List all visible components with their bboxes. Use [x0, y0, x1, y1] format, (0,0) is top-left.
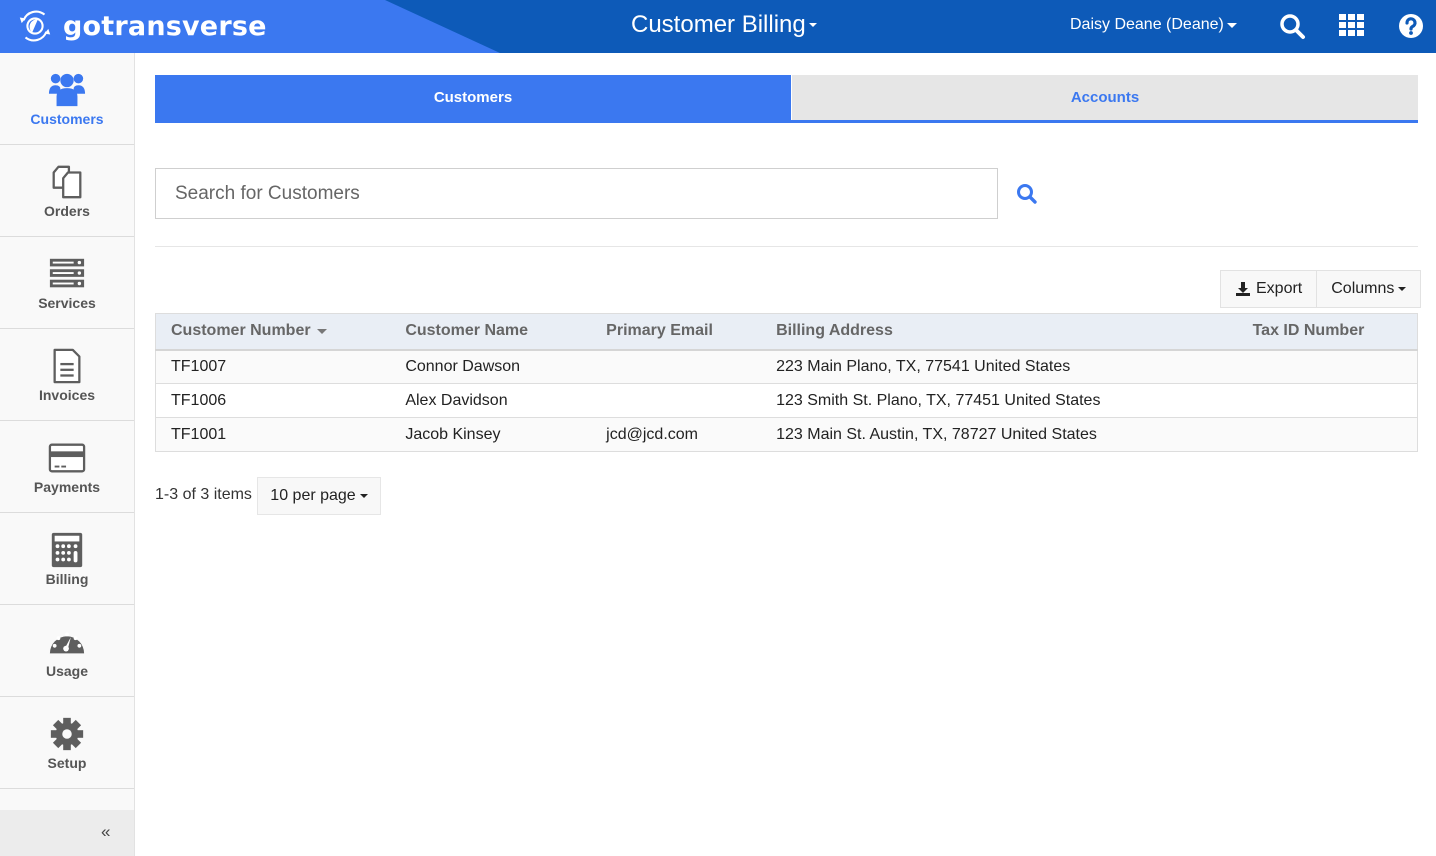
column-header-primary-email[interactable]: Primary Email: [591, 313, 762, 351]
cell-tax-id: [1237, 349, 1418, 384]
cell-billing-address: 123 Smith St. Plano, TX, 77451 United St…: [761, 383, 1238, 418]
credit-card-icon: [48, 443, 86, 472]
help-icon[interactable]: [1397, 12, 1425, 40]
cell-tax-id: [1237, 417, 1418, 452]
column-header-tax-id[interactable]: Tax ID Number: [1237, 313, 1418, 351]
cell-customer-number[interactable]: TF1007: [155, 349, 391, 384]
collapse-sidebar-button[interactable]: «: [0, 810, 134, 856]
sidebar-item-label: Invoices: [38, 386, 96, 403]
table-toolbar: Export Columns: [1220, 270, 1422, 308]
column-header-billing-address[interactable]: Billing Address: [761, 313, 1238, 351]
chevron-down-icon: [808, 23, 817, 27]
cell-customer-number[interactable]: TF1006: [155, 383, 391, 418]
chevron-down-icon: [1398, 287, 1407, 291]
sidebar-item-label: Orders: [44, 202, 90, 219]
sidebar-item-setup[interactable]: Setup: [0, 697, 134, 789]
cell-billing-address: 223 Main Plano, TX, 77541 United States: [761, 349, 1238, 384]
sidebar: Customers Orders Services Invoices Payme…: [0, 53, 135, 856]
gear-icon: [50, 717, 84, 750]
cell-customer-name: Alex Davidson: [390, 383, 592, 418]
invoice-icon: [53, 348, 81, 383]
columns-label: Columns: [1331, 280, 1395, 297]
search-button[interactable]: [1015, 182, 1039, 206]
gauge-icon: [49, 632, 85, 653]
sidebar-item-label: Billing: [45, 570, 89, 587]
chevron-down-icon: [1226, 22, 1237, 28]
column-header-customer-name[interactable]: Customer Name: [390, 313, 592, 351]
export-button[interactable]: Export: [1220, 270, 1318, 308]
server-icon: [49, 258, 85, 287]
tab-accounts[interactable]: Accounts: [791, 75, 1418, 120]
sidebar-item-usage[interactable]: Usage: [0, 605, 134, 697]
cell-customer-name: Connor Dawson: [390, 349, 592, 384]
sort-desc-icon: [316, 328, 327, 334]
apps-grid-icon[interactable]: [1338, 12, 1366, 40]
pager-info: 1-3 of 3 items: [155, 486, 252, 503]
table-row[interactable]: TF1006 Alex Davidson 123 Smith St. Plano…: [155, 383, 1418, 418]
cell-customer-number[interactable]: TF1001: [155, 417, 391, 452]
double-chevron-left-icon: «: [101, 822, 111, 841]
sidebar-item-label: Payments: [33, 478, 101, 495]
customers-table: Customer Number Customer Name Primary Em…: [155, 313, 1418, 452]
export-label: Export: [1256, 280, 1303, 297]
tab-bar: Customers Accounts: [155, 75, 1418, 123]
sidebar-item-payments[interactable]: Payments: [0, 421, 134, 513]
cell-primary-email: jcd@jcd.com: [591, 417, 762, 452]
brand-logo[interactable]: gotransverse: [16, 7, 267, 45]
table-header-row: Customer Number Customer Name Primary Em…: [155, 313, 1418, 351]
sidebar-item-orders[interactable]: Orders: [0, 145, 134, 237]
documents-icon: [52, 165, 82, 198]
table-row[interactable]: TF1007 Connor Dawson 223 Main Plano, TX,…: [155, 349, 1418, 384]
sidebar-item-billing[interactable]: Billing: [0, 513, 134, 605]
download-icon: [1236, 282, 1250, 296]
per-page-dropdown[interactable]: 10 per page: [257, 477, 381, 515]
search-icon[interactable]: [1278, 12, 1306, 40]
top-bar: gotransverse Customer Billing Daisy Dean…: [0, 0, 1436, 53]
user-name: Daisy Deane (Deane): [1070, 16, 1224, 33]
chevron-down-icon: [359, 494, 368, 498]
sidebar-item-label: Setup: [47, 754, 87, 771]
cell-tax-id: [1237, 383, 1418, 418]
tab-customers[interactable]: Customers: [155, 75, 791, 120]
cell-primary-email: [591, 383, 762, 418]
table-row[interactable]: TF1001 Jacob Kinsey jcd@jcd.com 123 Main…: [155, 417, 1418, 452]
users-icon: [48, 73, 86, 106]
sidebar-item-label: Services: [38, 294, 96, 311]
sidebar-item-label: Usage: [45, 662, 89, 679]
sidebar-item-services[interactable]: Services: [0, 237, 134, 329]
app-switcher[interactable]: Customer Billing: [631, 11, 817, 39]
sidebar-item-invoices[interactable]: Invoices: [0, 329, 134, 421]
per-page-label: 10 per page: [270, 487, 356, 504]
app-title: Customer Billing: [631, 11, 806, 38]
search-input[interactable]: [155, 168, 998, 219]
calculator-icon: [51, 532, 83, 567]
sidebar-item-label: Customers: [30, 110, 104, 127]
brand-name: gotransverse: [63, 10, 267, 42]
columns-button[interactable]: Columns: [1317, 270, 1422, 308]
column-header-customer-number[interactable]: Customer Number: [155, 313, 391, 351]
logo-icon: [19, 10, 51, 42]
sidebar-item-customers[interactable]: Customers: [0, 53, 134, 145]
divider: [155, 246, 1418, 247]
cell-billing-address: 123 Main St. Austin, TX, 78727 United St…: [761, 417, 1238, 452]
cell-primary-email: [591, 349, 762, 384]
user-menu[interactable]: Daisy Deane (Deane): [1070, 16, 1237, 34]
cell-customer-name: Jacob Kinsey: [390, 417, 592, 452]
